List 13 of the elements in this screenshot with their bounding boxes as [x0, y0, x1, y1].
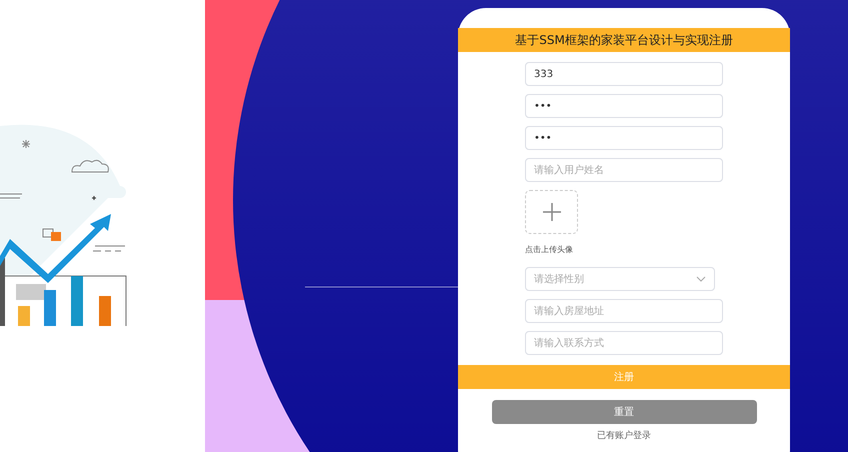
input-field[interactable]: 333 — [525, 62, 723, 86]
input-field[interactable]: ••• — [525, 94, 723, 118]
plus-icon — [542, 203, 560, 221]
input-field[interactable]: 请输入房屋地址 — [525, 299, 723, 323]
form-title: 基于SSM框架的家装平台设计与实现注册 — [458, 28, 790, 52]
reset-button[interactable]: 重置 — [492, 400, 756, 424]
input-field[interactable]: 请输入用户姓名 — [525, 158, 723, 182]
input-field[interactable]: ••• — [525, 126, 723, 150]
upload-label: 点击上传头像 — [525, 244, 573, 255]
input-field[interactable]: 请输入联系方式 — [525, 331, 723, 355]
chevron-down-icon — [696, 276, 706, 282]
avatar-upload-button[interactable] — [525, 190, 578, 234]
login-link[interactable]: 已有账户登录 — [597, 429, 651, 442]
